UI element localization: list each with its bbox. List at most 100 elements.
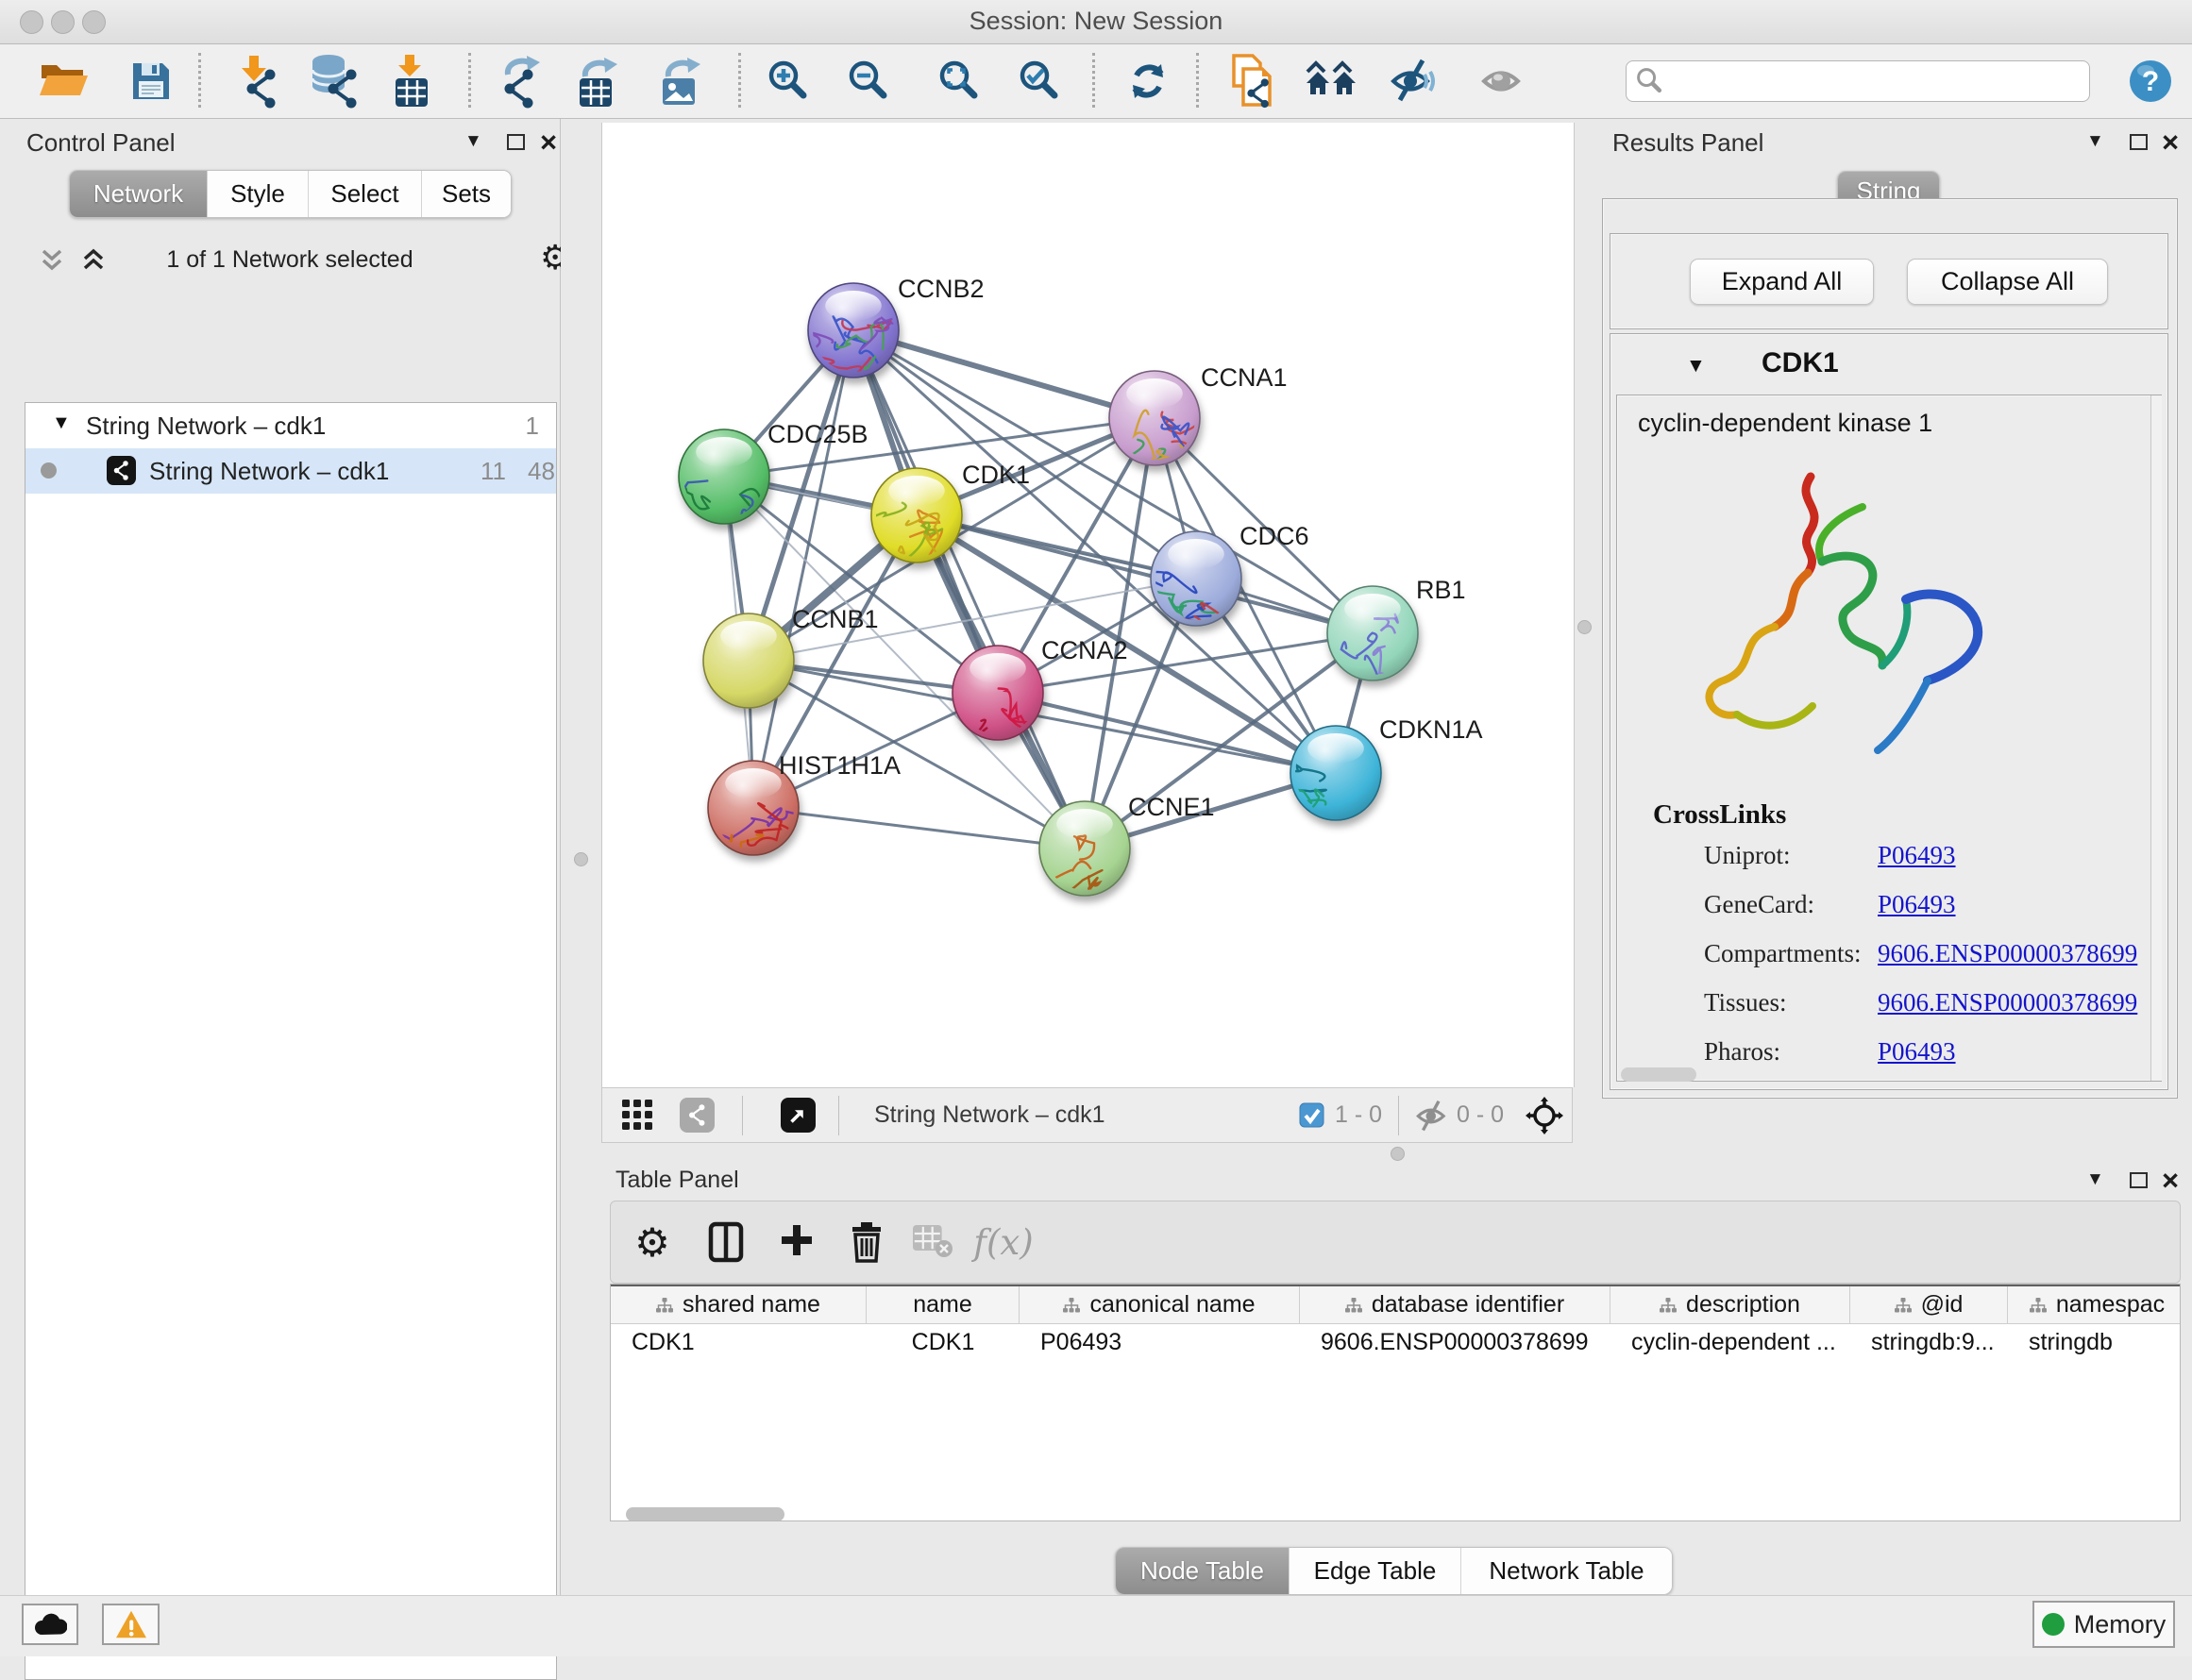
open-in-window-icon[interactable] <box>781 1098 816 1133</box>
memory-button[interactable]: Memory <box>2032 1601 2175 1648</box>
node-CCNA1[interactable]: CCNA1 <box>1109 363 1288 491</box>
gene-collapse-icon[interactable]: ▼ <box>1686 355 1706 378</box>
expand-all-button[interactable]: Expand All <box>1690 259 1874 305</box>
save-session-button[interactable] <box>121 50 181 112</box>
tab-sets[interactable]: Sets <box>421 171 511 217</box>
tab-edge-table[interactable]: Edge Table <box>1289 1548 1460 1594</box>
panel-float-icon[interactable] <box>2130 1172 2148 1188</box>
crosslink-label: Tissues: <box>1704 988 1787 1017</box>
crosslink-tissues-link[interactable]: 9606.ENSP00000378699 <box>1878 988 2137 1017</box>
splitter-handle[interactable] <box>574 852 588 866</box>
panel-close-icon[interactable]: × <box>540 127 557 157</box>
collection-count: 1 <box>526 412 539 441</box>
column-header-canonical-name[interactable]: canonical name <box>1020 1286 1300 1323</box>
table-cell[interactable]: stringdb <box>2008 1324 2181 1362</box>
cloud-status-button[interactable] <box>22 1604 78 1645</box>
hidden-eye-slash-icon[interactable] <box>1412 1100 1451 1132</box>
vertical-splitter-right[interactable] <box>1573 123 1595 1163</box>
splitter-handle[interactable] <box>1577 620 1592 634</box>
export-image-button[interactable] <box>649 50 710 112</box>
delete-table-icon[interactable] <box>903 1201 964 1283</box>
table-cell[interactable]: cyclin-dependent ... <box>1610 1324 1850 1362</box>
tab-select[interactable]: Select <box>308 171 421 217</box>
table-horizontal-scrollbar[interactable] <box>626 1507 784 1521</box>
toggle-birdseye-button[interactable] <box>1471 50 1531 112</box>
network-collection-row[interactable]: ▼ String Network – cdk1 1 <box>25 403 556 448</box>
show-columns-icon[interactable] <box>696 1201 756 1283</box>
zoom-selected-button[interactable] <box>1010 50 1071 112</box>
panel-menu-icon[interactable]: ▼ <box>464 131 482 152</box>
tab-network-table[interactable]: Network Table <box>1460 1548 1672 1594</box>
table-cell[interactable]: stringdb:9... <box>1850 1324 2008 1362</box>
import-table-file-button[interactable] <box>381 50 442 112</box>
show-all-panels-button[interactable] <box>1303 50 1363 112</box>
table-settings-gear-icon[interactable]: ⚙ <box>622 1201 683 1283</box>
node-CCNA2[interactable]: CCNA2 <box>950 636 1127 752</box>
refresh-button[interactable] <box>1118 50 1178 112</box>
grid-view-icon[interactable] <box>622 1100 654 1132</box>
open-session-button[interactable] <box>34 50 94 112</box>
selected-count: 1 - 0 <box>1335 1101 1382 1129</box>
results-vertical-scrollbar[interactable] <box>2150 395 2162 1081</box>
network-canvas[interactable]: CCNB2CCNA1CDC25BCDK1CDC6RB1CCNB1CCNA2CDK… <box>601 123 1575 1087</box>
import-network-database-button[interactable] <box>302 50 363 112</box>
delete-column-trash-icon[interactable] <box>836 1201 897 1283</box>
edge-CCNB2-HIST1H1A[interactable] <box>753 330 853 808</box>
panel-float-icon[interactable] <box>2130 134 2148 150</box>
crosslink-pharos-link[interactable]: P06493 <box>1878 1037 1956 1067</box>
panel-close-icon[interactable]: × <box>2162 1166 2179 1195</box>
zoom-in-button[interactable] <box>759 50 819 112</box>
gene-description: cyclin-dependent kinase 1 <box>1638 409 1932 438</box>
table-row[interactable]: CDK1CDK1P064939606.ENSP00000378699cyclin… <box>611 1324 2180 1362</box>
import-network-file-button[interactable] <box>227 50 287 112</box>
panel-menu-icon[interactable]: ▼ <box>2086 1169 2104 1190</box>
collapse-all-button[interactable]: Collapse All <box>1907 259 2108 305</box>
help-button[interactable]: ? <box>2120 50 2181 112</box>
results-horizontal-scrollbar[interactable] <box>1621 1067 1696 1082</box>
zoom-fit-button[interactable] <box>930 50 990 112</box>
node-CDC6[interactable]: CDC6 <box>1118 522 1308 641</box>
table-cell[interactable]: CDK1 <box>867 1324 1020 1362</box>
tab-network[interactable]: Network <box>70 171 207 217</box>
node-CCNE1[interactable]: CCNE1 <box>1034 793 1215 916</box>
zoom-out-button[interactable] <box>839 50 900 112</box>
vertical-splitter-left[interactable] <box>561 119 601 1595</box>
column-header-namespac[interactable]: namespac <box>2008 1286 2181 1323</box>
crosslink-compartments-link[interactable]: 9606.ENSP00000378699 <box>1878 939 2137 968</box>
table-cell[interactable]: P06493 <box>1020 1324 1300 1362</box>
node-HIST1H1A[interactable]: HIST1H1A <box>690 751 901 898</box>
export-table-button[interactable] <box>566 50 627 112</box>
tab-style[interactable]: Style <box>207 171 308 217</box>
column-header-shared-name[interactable]: shared name <box>611 1286 867 1323</box>
column-header-database-identifier[interactable]: database identifier <box>1300 1286 1610 1323</box>
clone-network-button[interactable] <box>1222 50 1282 112</box>
hide-panels-button[interactable] <box>1383 50 1443 112</box>
node-CDKN1A[interactable]: CDKN1A <box>1254 715 1482 844</box>
search-input[interactable] <box>1664 67 2080 95</box>
fit-selected-crosshair-icon[interactable] <box>1526 1097 1563 1134</box>
table-cell[interactable]: CDK1 <box>611 1324 867 1362</box>
add-column-icon[interactable] <box>767 1201 827 1283</box>
node-CDK1[interactable]: CDK1 <box>844 461 1031 601</box>
node-RB1[interactable]: RB1 <box>1327 576 1466 698</box>
edge-CCNB2-CCNA1[interactable] <box>853 330 1155 418</box>
crosslink-uniprot-link[interactable]: P06493 <box>1878 841 1956 870</box>
selected-checkbox-icon[interactable] <box>1299 1102 1324 1128</box>
column-header-@id[interactable]: @id <box>1850 1286 2008 1323</box>
panel-close-icon[interactable]: × <box>2162 127 2179 157</box>
table-cell[interactable]: 9606.ENSP00000378699 <box>1300 1324 1610 1362</box>
crosslink-genecard-link[interactable]: P06493 <box>1878 890 1956 919</box>
network-row-selected[interactable]: String Network – cdk1 11 48 <box>25 448 556 494</box>
function-builder-icon[interactable]: f(x) <box>973 1201 1034 1283</box>
export-network-button[interactable] <box>491 50 551 112</box>
edge-HIST1H1A-CCNE1[interactable] <box>753 808 1085 848</box>
tab-node-table[interactable]: Node Table <box>1116 1548 1289 1594</box>
tree-expander-icon[interactable]: ▼ <box>52 412 71 434</box>
warnings-button[interactable] <box>102 1604 160 1645</box>
column-header-name[interactable]: name <box>867 1286 1020 1323</box>
network-view-badge-icon[interactable] <box>680 1098 715 1133</box>
panel-float-icon[interactable] <box>507 134 525 150</box>
splitter-handle[interactable] <box>1391 1147 1405 1161</box>
column-header-description[interactable]: description <box>1610 1286 1850 1323</box>
panel-menu-icon[interactable]: ▼ <box>2086 131 2104 152</box>
